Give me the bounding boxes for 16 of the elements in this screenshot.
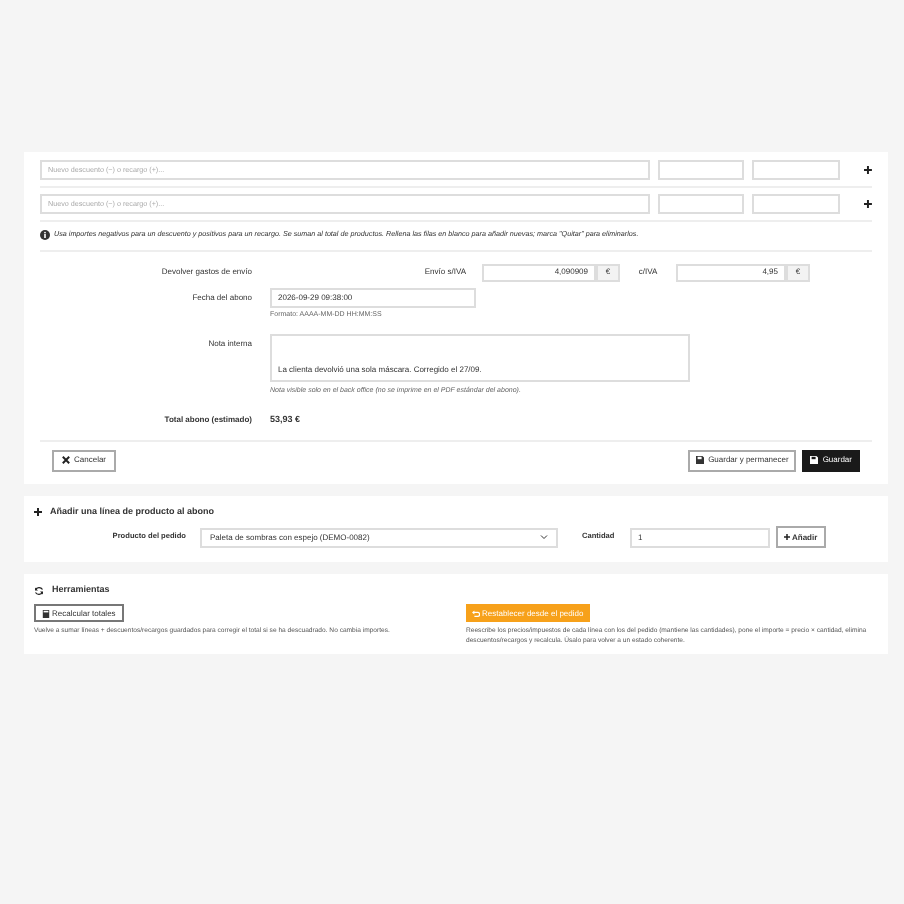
- plus-icon: [784, 534, 790, 541]
- refresh-icon: [34, 586, 44, 597]
- input-field[interactable]: [657, 194, 745, 214]
- info-icon: [40, 230, 50, 241]
- input-field[interactable]: [752, 194, 841, 214]
- input-field[interactable]: [657, 160, 745, 180]
- reset-icon: [472, 609, 480, 618]
- save-icon: [810, 456, 819, 465]
- plus-icon[interactable]: [864, 200, 872, 208]
- chevron-down-icon: [540, 534, 548, 541]
- plus-icon: [34, 508, 42, 517]
- calculator-icon: [42, 609, 50, 618]
- plus-icon[interactable]: [864, 166, 872, 174]
- close-icon: [62, 456, 70, 465]
- input-field[interactable]: [752, 160, 841, 180]
- save-icon: [696, 456, 705, 465]
